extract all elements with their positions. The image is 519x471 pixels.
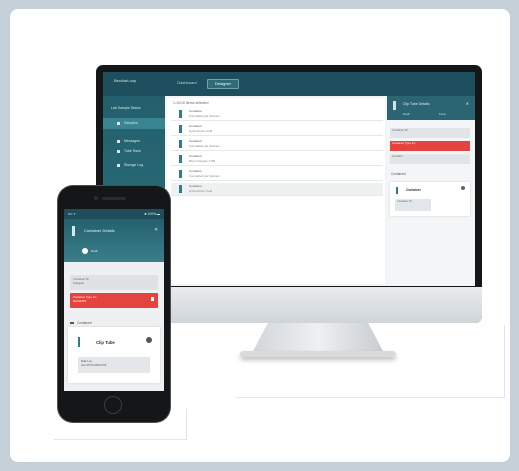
radio-final[interactable]: Final [439,112,446,116]
list-header: 1-10/15 Items selected [173,101,209,105]
list-item[interactable]: Container Formaldehyde Solution [171,108,383,121]
tube-icon [78,337,80,347]
tube-icon [179,110,182,118]
section-label: Contained [391,172,406,176]
camera-icon [94,196,98,200]
rack-icon [117,149,120,153]
row-subtitle: Blood Sample 1756 [189,159,216,163]
radio-draft[interactable] [82,248,88,254]
sidebar-item-label: Tube Rack [124,149,141,153]
collapse-icon [70,322,74,325]
storage-icon [117,163,120,167]
tube-icon [396,187,398,194]
tube-icon [179,125,182,133]
app-topbar: BecklarLoop Dashboard Designer [103,72,475,96]
trash-icon[interactable] [151,297,154,301]
tab-designer[interactable]: Designer [207,79,239,89]
row-subtitle: Hydrochloric Acid [189,129,213,133]
list-item[interactable]: Container Hydrochloric Acid [171,183,383,196]
contained-section: Contained [70,321,92,325]
phone-screen: •••• ✦ ✱ 100% ▬ Container Details ✕ Draf… [64,209,164,391]
tab-dashboard[interactable]: Dashboard [173,79,201,87]
row-title: Container [189,124,203,128]
close-icon[interactable]: ✕ [466,101,469,106]
detail-header: Clip Tube Details ✕ Draft Final [387,96,475,120]
sidebar-item-storage-log[interactable]: Storage Log [103,160,165,171]
row-title: Container [189,109,203,113]
smartphone: •••• ✦ ✱ 100% ▬ Container Details ✕ Draf… [58,186,170,422]
phone-header: Container Details ✕ Draft [64,219,164,262]
contained-card[interactable]: Container Container ID [390,182,470,216]
section-label: Contained [77,321,92,325]
list-item[interactable]: Container Blood Sample 1756 [171,153,383,166]
container-type-field[interactable]: Container Type Inc ReCW4V0 [70,293,158,308]
sidebar-item-label: Samples [124,121,138,125]
battery-status: ✱ 100% ▬ [144,212,160,216]
sidebar-select[interactable]: Lab Sample Status [111,104,159,113]
row-subtitle: Formaldehyde Solution [189,174,220,178]
marketing-card: BecklarLoop Dashboard Designer Lab Sampl… [10,9,510,462]
sidebar-item-label: Storage Log [124,163,144,167]
signal-status: •••• ✦ [68,212,77,216]
tube-icon [179,155,182,163]
sidebar-item-samples[interactable]: Samples [103,118,165,129]
tube-icon [179,170,182,178]
radio-draft[interactable]: Draft [403,112,410,116]
row-subtitle: Formaldehyde Solution [189,144,220,148]
messages-icon [117,139,120,143]
list-item[interactable]: Container Hydrochloric Acid [171,123,383,136]
monitor-base [240,351,396,357]
location-field[interactable]: Location [390,154,470,164]
phone-title: Container Details [84,228,115,233]
close-icon[interactable]: ✕ [154,227,158,233]
status-bar: •••• ✦ ✱ 100% ▬ [64,209,164,219]
card-field[interactable]: Container ID [395,199,431,211]
field-value: Pelagate [73,281,85,285]
field-value: ReCW4V0 [73,299,87,303]
detail-panel: Clip Tube Details ✕ Draft Final Containe… [387,96,475,286]
sidebar-item-label: Messages [124,139,140,143]
brand-logo: BecklarLoop [114,78,137,83]
card-title: Container [406,188,421,192]
row-subtitle: Formaldehyde Solution [189,114,220,118]
field-value: ALLSTNS-0000 P05 [81,363,107,367]
gear-icon[interactable] [461,186,465,190]
tube-icon [72,226,75,236]
list-item[interactable]: Container Formaldehyde Solution [171,168,383,181]
tube-icon [179,140,182,148]
item-list: 1-10/15 Items selected Container Formalde… [167,98,385,284]
tube-icon [393,101,396,110]
list-item[interactable]: Container Formaldehyde Solution [171,138,383,151]
clip-tube-card[interactable]: Clip Tube Bulk Log ALLSTNS-0000 P05 [68,327,160,383]
container-type-field[interactable]: Container Type Inc [390,141,470,151]
bulk-log-field[interactable]: Bulk Log ALLSTNS-0000 P05 [78,357,150,373]
row-title: Container [189,184,203,188]
tube-icon [179,185,182,193]
container-id-field[interactable]: Container ID [390,128,470,138]
radio-label: Draft [91,249,98,253]
row-title: Container [189,154,203,158]
home-button[interactable] [104,396,122,414]
gear-icon[interactable] [146,337,152,343]
row-title: Container [189,169,203,173]
detail-title: Clip Tube Details [403,102,430,106]
row-subtitle: Hydrochloric Acid [189,189,213,193]
samples-icon [117,121,120,125]
row-title: Container [189,139,203,143]
sidebar-item-tube-rack[interactable]: Tube Rack [103,146,165,157]
monitor-stand [252,323,384,353]
card-title: Clip Tube [96,340,115,345]
container-id-field[interactable]: Container ID Pelagate [70,275,158,290]
speaker-grille [102,197,126,200]
